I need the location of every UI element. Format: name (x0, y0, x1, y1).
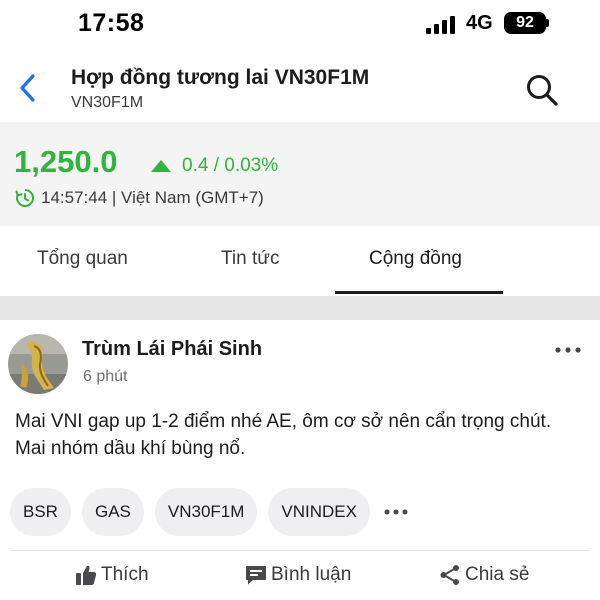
like-label: Thích (101, 564, 149, 585)
price-change: 0.4 / 0.03% (150, 155, 278, 177)
post-actions: Thích Bình luận Chia sẻ (0, 556, 600, 600)
page-subtitle: VN30F1M (71, 94, 144, 111)
tab-bar: Tổng quan Tin tức Cộng đồng (0, 226, 600, 296)
tab-community[interactable]: Cộng đồng (369, 248, 462, 270)
back-button[interactable] (8, 66, 48, 110)
status-bar: 17:58 4G 92 (0, 0, 600, 52)
thumbs-up-icon (76, 565, 97, 585)
post-author[interactable]: Trùm Lái Phái Sinh (82, 338, 262, 361)
post-options-button[interactable] (552, 340, 584, 360)
more-icon (384, 509, 408, 515)
last-price: 1,250.0 (14, 144, 118, 179)
post-content: Mai VNI gap up 1-2 điểm nhé AE, ôm cơ sở… (15, 411, 552, 459)
share-icon (440, 565, 459, 585)
battery-indicator: 92 (504, 12, 546, 34)
share-button[interactable]: Chia sẻ (439, 564, 529, 586)
clock-icon (15, 189, 34, 207)
ticker-tag[interactable]: GAS (81, 488, 144, 536)
quote-time-row: 14:57:44 | Việt Nam (GMT+7) (15, 188, 264, 208)
action-divider (10, 550, 590, 551)
post-time: 6 phút (83, 368, 128, 385)
ticker-tag[interactable]: VN30F1M (154, 488, 258, 536)
ticker-tag[interactable]: VNINDEX (268, 488, 370, 536)
quote-timestamp: 14:57:44 | Việt Nam (GMT+7) (41, 188, 264, 207)
more-icon (555, 347, 581, 353)
comment-label: Bình luận (271, 564, 352, 585)
search-icon (527, 75, 558, 106)
quote-panel: 1,250.0 0.4 / 0.03% 14:57:44 | Việt Nam … (0, 122, 600, 226)
back-chevron-icon (20, 74, 35, 102)
comment-button[interactable]: Bình luận (245, 564, 351, 586)
tab-overview[interactable]: Tổng quan (37, 248, 128, 270)
active-tab-indicator (335, 291, 503, 294)
status-time: 17:58 (78, 9, 145, 37)
avatar[interactable] (8, 334, 68, 394)
like-button[interactable]: Thích (75, 564, 149, 586)
page-title: Hợp đồng tương lai VN30F1M (71, 66, 370, 89)
avatar-image (8, 334, 68, 394)
section-divider (0, 296, 600, 320)
search-button[interactable] (520, 68, 564, 112)
more-tags-button[interactable] (381, 502, 411, 522)
tab-news[interactable]: Tin tức (221, 248, 279, 270)
ticker-tags: BSR GAS VN30F1M VNINDEX (10, 488, 411, 536)
price-change-text: 0.4 / 0.03% (182, 155, 279, 176)
up-triangle-icon (151, 160, 171, 172)
battery-tip (546, 19, 549, 27)
signal-icon (426, 16, 455, 34)
ticker-tag[interactable]: BSR (10, 488, 71, 536)
comment-icon (246, 566, 266, 585)
network-label: 4G (466, 12, 493, 34)
share-label: Chia sẻ (465, 564, 530, 585)
community-post: Trùm Lái Phái Sinh 6 phút Mai VNI gap up… (0, 320, 600, 600)
header: Hợp đồng tương lai VN30F1M VN30F1M (0, 52, 600, 122)
